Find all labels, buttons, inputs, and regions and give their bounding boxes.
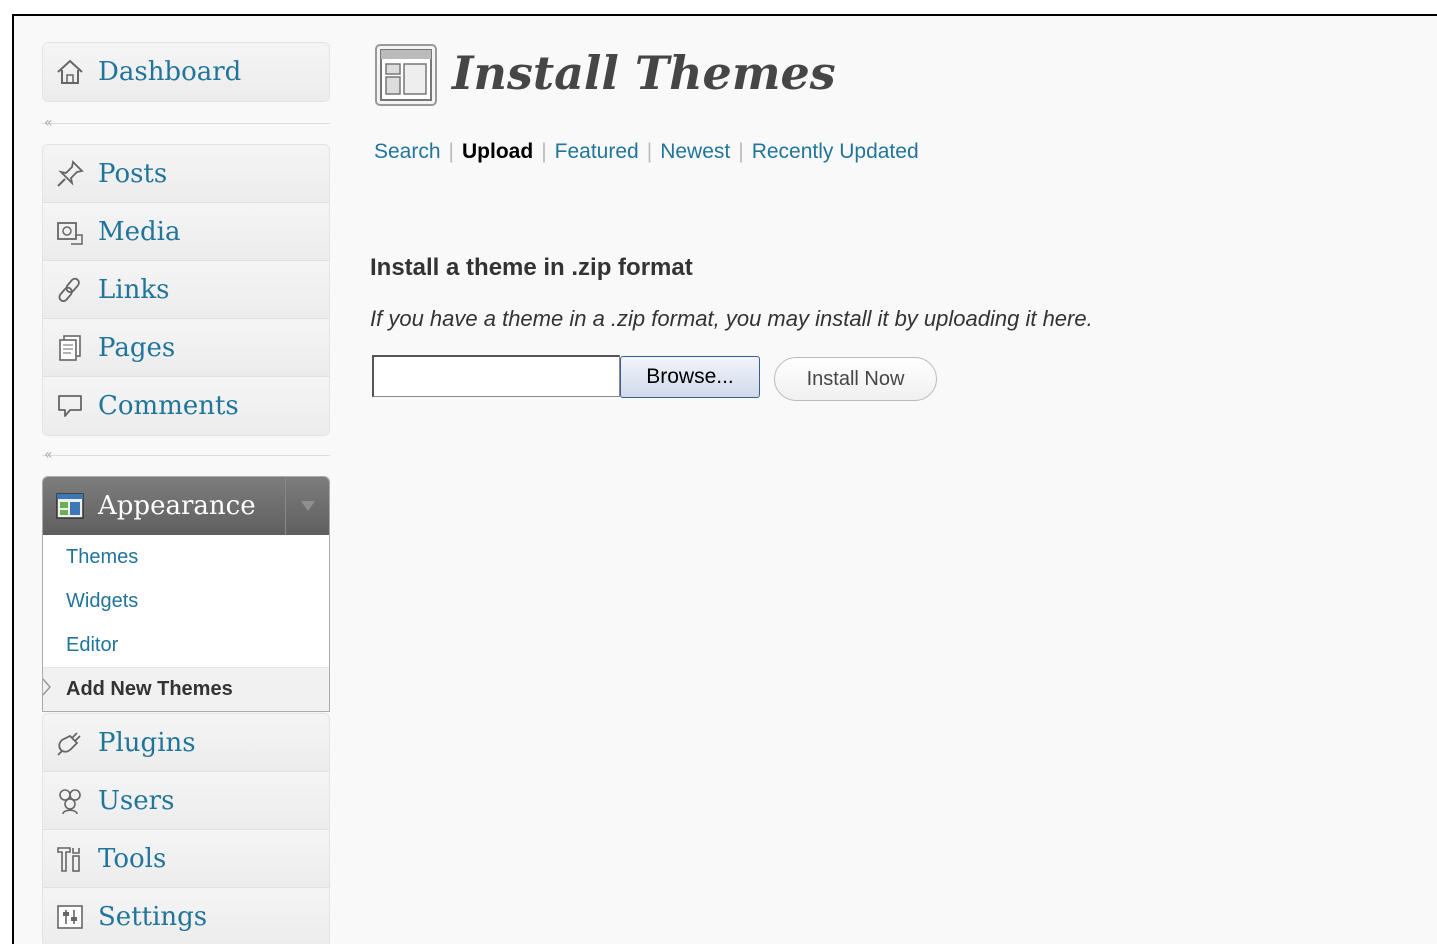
subnav-upload[interactable]: Upload xyxy=(462,140,533,163)
subnav-newest[interactable]: Newest xyxy=(660,140,730,163)
sidebar-item-label: Appearance xyxy=(98,491,256,521)
submenu-item-widgets[interactable]: Widgets xyxy=(43,579,329,623)
pushpin-icon xyxy=(53,157,87,191)
sidebar-item-comments[interactable]: Comments xyxy=(43,377,329,435)
sidebar-item-links[interactable]: Links xyxy=(43,261,329,319)
pages-icon xyxy=(53,331,87,365)
browse-button[interactable]: Browse... xyxy=(620,356,760,398)
sidebar-group-top: Dashboard xyxy=(42,42,330,102)
sidebar-item-posts[interactable]: Posts xyxy=(43,145,329,203)
subnav-recently-updated[interactable]: Recently Updated xyxy=(752,140,919,163)
section-title: Install a theme in .zip format xyxy=(370,254,693,281)
sidebar-item-label: Posts xyxy=(98,158,168,189)
sidebar-separator xyxy=(42,123,330,124)
sidebar-item-media[interactable]: Media xyxy=(43,203,329,261)
sidebar-item-users[interactable]: Users xyxy=(43,772,329,830)
install-themes-subnav: Search | Upload | Featured | Newest | Recently U… xyxy=(374,140,919,164)
collapse-arrow-icon[interactable]: « xyxy=(44,116,53,130)
submenu-item-editor[interactable]: Editor xyxy=(43,623,329,667)
subnav-separator: | xyxy=(541,140,547,163)
subnav-featured[interactable]: Featured xyxy=(555,140,639,163)
section-description: If you have a theme in a .zip format, yo… xyxy=(370,306,1093,331)
sidebar-item-appearance[interactable]: Appearance xyxy=(43,477,329,535)
sidebar-separator xyxy=(42,455,330,456)
subnav-separator: | xyxy=(738,140,744,163)
link-icon xyxy=(53,273,87,307)
theme-zip-file-input[interactable] xyxy=(372,355,620,397)
sidebar-item-label: Links xyxy=(98,274,170,305)
sidebar-item-label: Plugins xyxy=(98,727,196,758)
settings-icon xyxy=(53,900,87,934)
submenu-item-themes[interactable]: Themes xyxy=(43,535,329,579)
sidebar-group-admin: Plugins Users Tools Settings xyxy=(42,713,330,944)
sidebar-item-label: Settings xyxy=(98,902,208,932)
appearance-page-icon xyxy=(375,44,437,106)
sidebar-item-dashboard[interactable]: Dashboard xyxy=(43,43,329,101)
dashboard-icon xyxy=(53,55,87,89)
appearance-icon xyxy=(53,489,87,523)
sidebar-item-label: Pages xyxy=(98,332,176,363)
triangle-down-icon[interactable] xyxy=(285,477,329,535)
sidebar-item-label: Comments xyxy=(98,391,239,421)
users-icon xyxy=(53,784,87,818)
page-title: Install Themes xyxy=(452,46,836,100)
subnav-separator: | xyxy=(646,140,653,163)
sidebar-item-label: Users xyxy=(98,785,175,816)
collapse-arrow-icon[interactable]: « xyxy=(44,448,53,462)
subnav-search[interactable]: Search xyxy=(374,140,441,163)
subnav-separator: | xyxy=(448,140,455,163)
sidebar-item-settings[interactable]: Settings xyxy=(43,888,329,944)
sidebar-item-tools[interactable]: Tools xyxy=(43,830,329,888)
sidebar-item-plugins[interactable]: Plugins xyxy=(43,714,329,772)
sidebar-item-label: Media xyxy=(98,216,181,247)
sidebar-item-label: Tools xyxy=(98,843,167,874)
sidebar-group-content: Posts Media Links Pages Comments xyxy=(42,144,330,436)
sidebar-item-pages[interactable]: Pages xyxy=(43,319,329,377)
install-now-button[interactable]: Install Now xyxy=(774,357,937,401)
submenu-item-add-new-themes[interactable]: Add New Themes xyxy=(43,667,329,711)
tools-icon xyxy=(53,842,87,876)
comment-icon xyxy=(53,389,87,423)
sidebar-item-label: Dashboard xyxy=(98,57,242,87)
current-item-arrow-icon xyxy=(42,678,52,701)
media-icon xyxy=(53,215,87,249)
plug-icon xyxy=(53,726,87,760)
sidebar-menu-appearance: Appearance Themes Widgets Editor Add New… xyxy=(42,476,330,712)
